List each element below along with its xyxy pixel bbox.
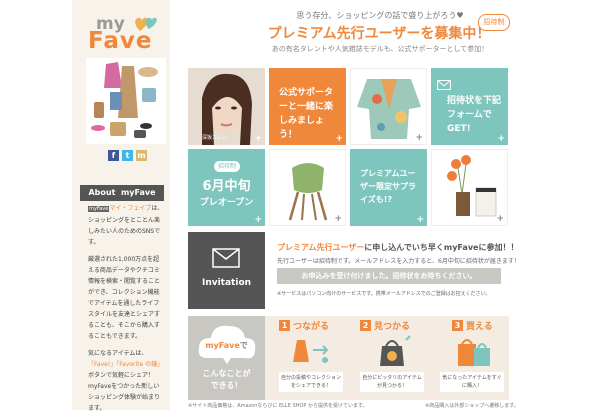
pre-open-badge: 招待制 bbox=[214, 161, 240, 172]
share-connect-icon bbox=[293, 340, 329, 363]
plus-icon: + bbox=[334, 214, 342, 224]
invitation-note: ※サービスはパソコン向けのサービスです。携帯メールアドレスでのご登録はお控えくだ… bbox=[277, 291, 491, 297]
plus-icon: + bbox=[335, 134, 343, 144]
feature-1-number: 1 bbox=[279, 320, 290, 331]
can-do-brand-line: myFaveで bbox=[188, 340, 265, 351]
can-do-panel: myFaveで こんなことが できる！ bbox=[188, 316, 265, 400]
invitation-description: 先行ユーザーは招待制です。メールアドレスを入力すると、6月中旬に招待状が届きます… bbox=[277, 258, 520, 265]
feature-3-desc: 気になったアイテムをすぐに購入！ bbox=[440, 372, 504, 392]
mixi-icon[interactable]: m bbox=[136, 150, 147, 161]
feature-1-title: つながる bbox=[293, 322, 330, 332]
invite-form-text: 招待状を下記フォームでGET! bbox=[447, 96, 502, 134]
envelope-icon bbox=[212, 248, 240, 268]
flowers-tile[interactable]: + bbox=[431, 149, 508, 226]
invitation-tile: Invitation bbox=[188, 232, 265, 309]
plus-icon: + bbox=[496, 214, 504, 224]
invitation-title: プレミアム先行ユーザーに申し込んでいち早くmyFaveに参加！！ bbox=[277, 242, 518, 253]
about-body: myFaveマイ・フェイブは、ショッピングをとことん楽しみたい人のためのSNSで… bbox=[88, 203, 164, 414]
footer-left-note: ※サイト商品価格は、Amazonならびに ELLE SHOP から提供を受けてい… bbox=[188, 403, 368, 409]
twitter-icon[interactable]: t bbox=[122, 150, 133, 161]
invite-form-tile[interactable]: 招待状を下記フォームでGET! + bbox=[431, 68, 508, 145]
about-p3-b: ボタンで気軽にシェア！ bbox=[88, 372, 155, 379]
feature-2-title: 見つかる bbox=[374, 322, 411, 332]
feature-1-desc: 自分の投稿やコレクションをシェアできる！ bbox=[279, 372, 343, 392]
facebook-icon[interactable]: f bbox=[108, 150, 119, 161]
premium-surprise-tile[interactable]: プレミアムユーザー限定サプライズも!? + bbox=[350, 149, 427, 226]
about-p3-c: myFaveをつかった新しいショッピング体験が始まります。 bbox=[88, 383, 161, 412]
header-subtitle: あの有名タレントや人気雑誌モデルも、公式サポーターとして参加！ bbox=[271, 45, 489, 53]
about-brand-link[interactable]: マイ・フェイブ bbox=[109, 205, 151, 212]
application-accepted-button[interactable]: お申込みを受け付けました。招待状をお待ちください。 bbox=[277, 268, 501, 284]
plus-icon: + bbox=[416, 215, 424, 225]
shopping-bags-icon bbox=[458, 339, 490, 366]
model-photo-tile[interactable]: 深坂カレン + bbox=[188, 68, 265, 145]
about-heading: About myFave bbox=[80, 185, 164, 201]
about-fave-link[interactable]: 「Fave!」「Favorite の鐘」 bbox=[88, 361, 163, 368]
supporter-tile[interactable]: 公式サポーターと一緒に楽しみましょう！ + bbox=[269, 68, 346, 145]
can-do-de: で bbox=[239, 341, 248, 350]
can-do-line-2: できる！ bbox=[210, 381, 243, 390]
page-title: プレミアム先行ユーザーを募集中！ bbox=[267, 26, 491, 42]
about-paragraph-3: 気になるアイテムは、「Fave!」「Favorite の鐘」ボタンで気軽にシェア… bbox=[88, 348, 164, 414]
supporter-text: 公式サポーターと一緒に楽しみましょう！ bbox=[279, 88, 334, 140]
pre-open-tile[interactable]: 招待制 6月中旬 プレオープン + bbox=[188, 149, 265, 226]
about-p3-a: 気になるアイテムは、 bbox=[88, 350, 148, 357]
pre-open-text: プレオープン bbox=[199, 198, 254, 208]
kimono-tile[interactable]: + bbox=[350, 68, 427, 145]
invitation-title-rest: に申し込んでいち早くmyFaveに参加！！ bbox=[364, 243, 519, 252]
feature-buy: 3 買える 気になったアイテムをすぐに購入！ bbox=[436, 318, 508, 398]
about-paragraph-1: myFaveマイ・フェイブは、ショッピングをとことん楽しみたい人のためのSNSで… bbox=[88, 203, 164, 248]
about-heading-text: About myFave bbox=[88, 188, 156, 197]
logo[interactable]: my Fave bbox=[88, 14, 160, 54]
about-paragraph-2: 厳選された1,000万点を超える商品データやクチコミ情報を検索・閲覧することがで… bbox=[88, 256, 161, 340]
can-do-line-1: こんなことが bbox=[202, 369, 251, 378]
feature-discover: 2 見つかる 自分にピッタリのアイテムが見つかる！ bbox=[356, 318, 428, 398]
invitation-label: Invitation bbox=[201, 278, 252, 288]
pre-open-date: 6月中旬 bbox=[202, 179, 251, 194]
feature-2-number: 2 bbox=[360, 320, 371, 331]
feature-connect: 1 つながる 自分の投稿やコレクションをシェアできる！ bbox=[275, 318, 345, 398]
feature-2-desc: 自分にピッタリのアイテムが見つかる！ bbox=[360, 372, 424, 392]
fashion-items-image bbox=[86, 58, 166, 144]
feature-3-number: 3 bbox=[452, 320, 463, 331]
plus-icon: + bbox=[254, 134, 262, 144]
plus-icon: + bbox=[415, 133, 423, 143]
can-do-brand: myFave bbox=[205, 341, 240, 350]
chair-tile[interactable]: + bbox=[269, 149, 346, 226]
footer-right-note: ※商品購入は外部ショップへ遷移します。 bbox=[425, 403, 519, 409]
plus-icon: + bbox=[254, 215, 262, 225]
model-name-label: 深坂カレン bbox=[202, 135, 228, 141]
social-icons: f t m bbox=[108, 150, 150, 162]
bag-discover-icon bbox=[380, 335, 411, 366]
plus-icon: + bbox=[497, 134, 505, 144]
premium-surprise-text: プレミアムユーザー限定サプライズも!? bbox=[360, 169, 416, 204]
invitation-panel: プレミアム先行ユーザーに申し込んでいち早くmyFaveに参加！！ 先行ユーザーは… bbox=[269, 232, 520, 309]
heart-logo-icon bbox=[135, 17, 157, 31]
invitation-title-orange: プレミアム先行ユーザー bbox=[277, 243, 365, 252]
invite-only-badge: 招待制 bbox=[478, 14, 510, 31]
feature-3-title: 買える bbox=[466, 322, 493, 332]
header-tagline: 思う存分、ショッピングの話で盛り上がろう♥ bbox=[296, 11, 464, 20]
envelope-icon bbox=[437, 80, 451, 90]
about-brand: myFave bbox=[88, 206, 110, 212]
